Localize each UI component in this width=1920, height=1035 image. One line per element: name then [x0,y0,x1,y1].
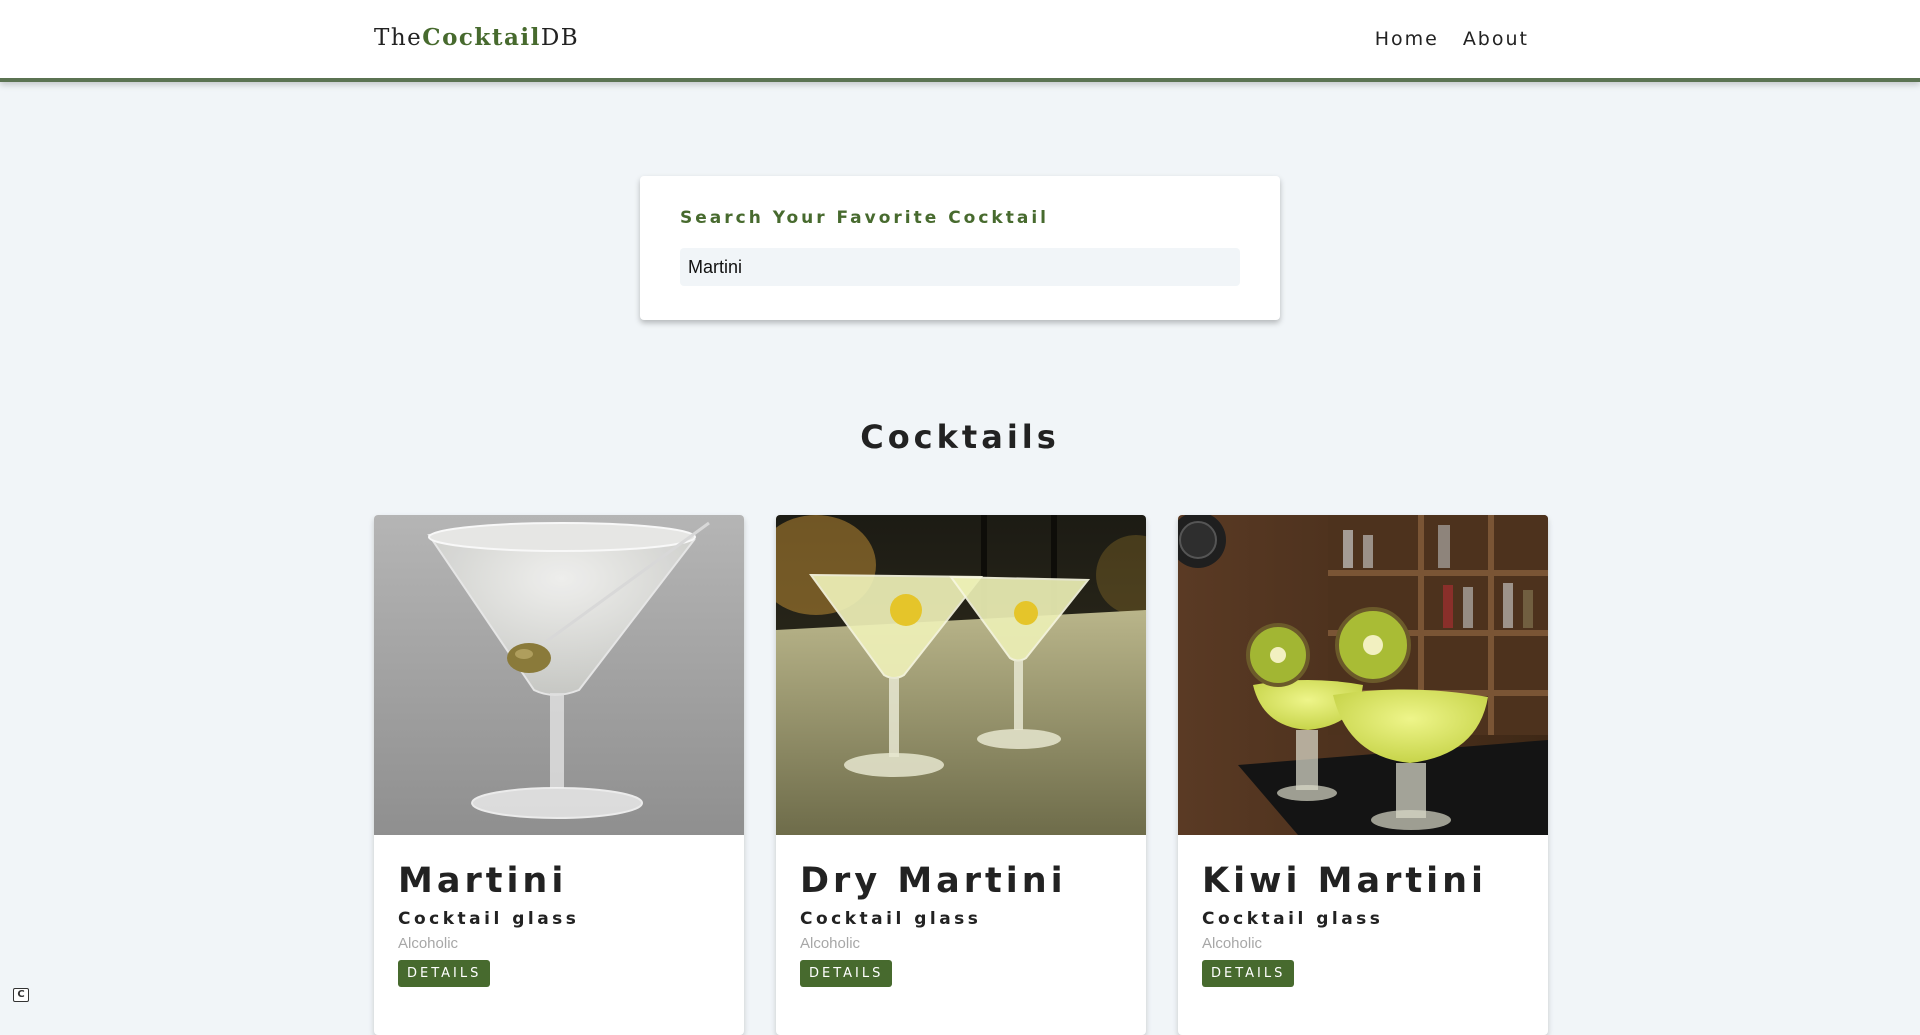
cocktail-glass: Cocktail glass [1202,909,1384,929]
cocktail-name: Dry Martini [800,861,1067,901]
logo-strong: Cocktail [422,24,541,51]
cocktail-card: Kiwi Martini Cocktail glass Alcoholic DE… [1178,515,1548,1035]
cocktail-name: Martini [398,861,568,901]
cocktail-card: Dry Martini Cocktail glass Alcoholic DET… [776,515,1146,1035]
cocktail-info: Alcoholic [800,935,861,952]
card-footer: Martini Cocktail glass Alcoholic DETAILS [374,835,744,987]
site-logo[interactable]: TheCocktailDB [374,24,579,51]
details-button[interactable]: DETAILS [800,960,893,987]
corner-badge-icon: C [13,988,29,1002]
details-button[interactable]: DETAILS [1202,960,1295,987]
cocktail-image [1178,515,1548,835]
section-title: Cocktails [860,418,1060,456]
cocktail-image [776,515,1146,835]
cocktail-info: Alcoholic [1202,935,1263,952]
logo-suffix: DB [540,25,580,51]
cocktail-info: Alcoholic [398,935,459,952]
cocktail-image [374,515,744,835]
cocktail-glass: Cocktail glass [800,909,982,929]
nav-link-about[interactable]: About [1463,28,1529,50]
search-form: Search Your Favorite Cocktail [640,176,1280,320]
search-label: Search Your Favorite Cocktail [680,208,1049,228]
cocktails-grid: Martini Cocktail glass Alcoholic DETAILS [374,515,1548,1035]
cocktail-glass: Cocktail glass [398,909,580,929]
nav-link-home[interactable]: Home [1375,28,1439,50]
details-button[interactable]: DETAILS [398,960,491,987]
card-footer: Dry Martini Cocktail glass Alcoholic DET… [776,835,1146,987]
search-input[interactable] [680,248,1240,286]
card-footer: Kiwi Martini Cocktail glass Alcoholic DE… [1178,835,1548,987]
navbar: TheCocktailDB Home About [0,0,1920,82]
nav-links: Home About [1375,28,1529,50]
cocktail-card: Martini Cocktail glass Alcoholic DETAILS [374,515,744,1035]
logo-prefix: The [374,25,423,51]
cocktail-name: Kiwi Martini [1202,861,1487,901]
